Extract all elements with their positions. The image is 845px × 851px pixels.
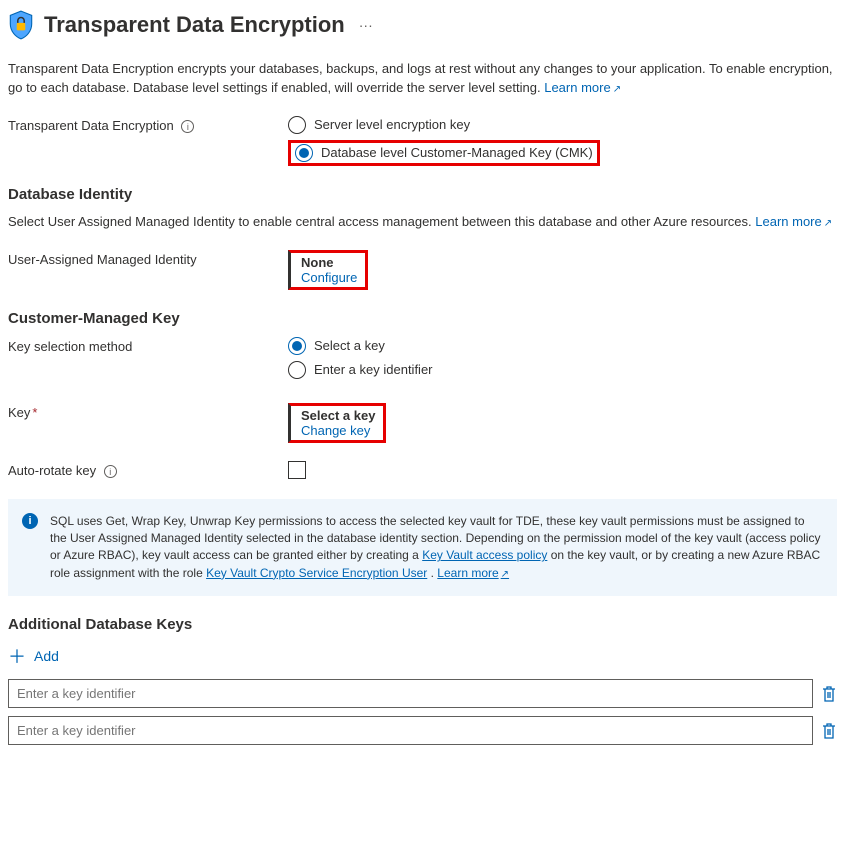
uami-value: None: [301, 255, 357, 270]
radio-icon-selected: [288, 337, 306, 355]
intro-text: Transparent Data Encryption encrypts you…: [8, 61, 833, 95]
section-additional-keys: Additional Database Keys: [8, 616, 837, 633]
info-banner: i SQL uses Get, Wrap Key, Unwrap Key per…: [8, 499, 837, 597]
key-identifier-input[interactable]: [8, 716, 813, 745]
db-identity-desc-text: Select User Assigned Managed Identity to…: [8, 214, 752, 229]
uami-field: User-Assigned Managed Identity None Conf…: [8, 250, 837, 290]
radio-icon-selected: [295, 144, 313, 162]
radio-icon: [288, 116, 306, 134]
key-vault-policy-link[interactable]: Key Vault access policy: [422, 548, 547, 562]
uami-label: User-Assigned Managed Identity: [8, 250, 288, 267]
radio-db-cmk[interactable]: Database level Customer-Managed Key (CMK…: [295, 144, 593, 162]
trash-icon: [821, 722, 837, 740]
radio-select-key[interactable]: Select a key: [288, 337, 837, 355]
db-identity-description: Select User Assigned Managed Identity to…: [8, 213, 837, 232]
highlight-cmk-option: Database level Customer-Managed Key (CMK…: [288, 140, 600, 166]
autorotate-field: Auto-rotate key i: [8, 461, 837, 479]
external-link-icon: ↗: [824, 218, 832, 229]
key-identifier-row: [8, 716, 837, 745]
radio-enter-identifier-label: Enter a key identifier: [314, 362, 433, 377]
add-key-button[interactable]: ＋ Add: [8, 643, 837, 669]
tde-encryption-field: Transparent Data Encryption i Server lev…: [8, 116, 837, 166]
page-header: Transparent Data Encryption ···: [8, 10, 837, 40]
radio-server-level-key[interactable]: Server level encryption key: [288, 116, 837, 134]
external-link-icon: ↗: [501, 569, 509, 580]
key-identifier-input[interactable]: [8, 679, 813, 708]
change-key-link[interactable]: Change key: [301, 423, 370, 438]
configure-link[interactable]: Configure: [301, 270, 357, 285]
intro-learn-more-link[interactable]: Learn more↗: [544, 80, 621, 95]
key-selection-field: Key selection method Select a key Enter …: [8, 337, 837, 385]
kv-crypto-user-link[interactable]: Key Vault Crypto Service Encryption User: [206, 566, 427, 580]
delete-key-button[interactable]: [821, 685, 837, 703]
autorotate-checkbox[interactable]: [288, 461, 306, 479]
radio-enter-identifier[interactable]: Enter a key identifier: [288, 361, 837, 379]
plus-icon: ＋: [8, 643, 26, 669]
section-cmk: Customer-Managed Key: [8, 310, 837, 327]
radio-server-label: Server level encryption key: [314, 117, 470, 132]
required-asterisk: *: [32, 405, 37, 420]
tde-label: Transparent Data Encryption i: [8, 116, 288, 133]
info-icon[interactable]: i: [181, 120, 194, 133]
autorotate-label: Auto-rotate key i: [8, 461, 288, 478]
page-title: Transparent Data Encryption: [44, 12, 345, 38]
key-identifier-row: [8, 679, 837, 708]
highlight-change-key: Select a key Change key: [288, 403, 386, 443]
key-value: Select a key: [301, 408, 375, 423]
trash-icon: [821, 685, 837, 703]
section-database-identity: Database Identity: [8, 186, 837, 203]
key-label: Key*: [8, 403, 288, 420]
banner-learn-more-link[interactable]: Learn more↗: [437, 566, 509, 580]
radio-db-cmk-label: Database level Customer-Managed Key (CMK…: [321, 145, 593, 160]
external-link-icon: ↗: [613, 84, 621, 95]
highlight-configure: None Configure: [288, 250, 368, 290]
more-actions-button[interactable]: ···: [359, 17, 373, 33]
db-identity-learn-more-link[interactable]: Learn more↗: [755, 214, 832, 229]
add-label: Add: [34, 648, 59, 664]
info-banner-icon: i: [22, 513, 38, 529]
key-field: Key* Select a key Change key: [8, 403, 837, 443]
radio-select-key-label: Select a key: [314, 338, 385, 353]
info-icon[interactable]: i: [104, 465, 117, 478]
key-selection-label: Key selection method: [8, 337, 288, 354]
delete-key-button[interactable]: [821, 722, 837, 740]
radio-icon: [288, 361, 306, 379]
intro-description: Transparent Data Encryption encrypts you…: [8, 60, 837, 98]
shield-lock-icon: [8, 10, 34, 40]
